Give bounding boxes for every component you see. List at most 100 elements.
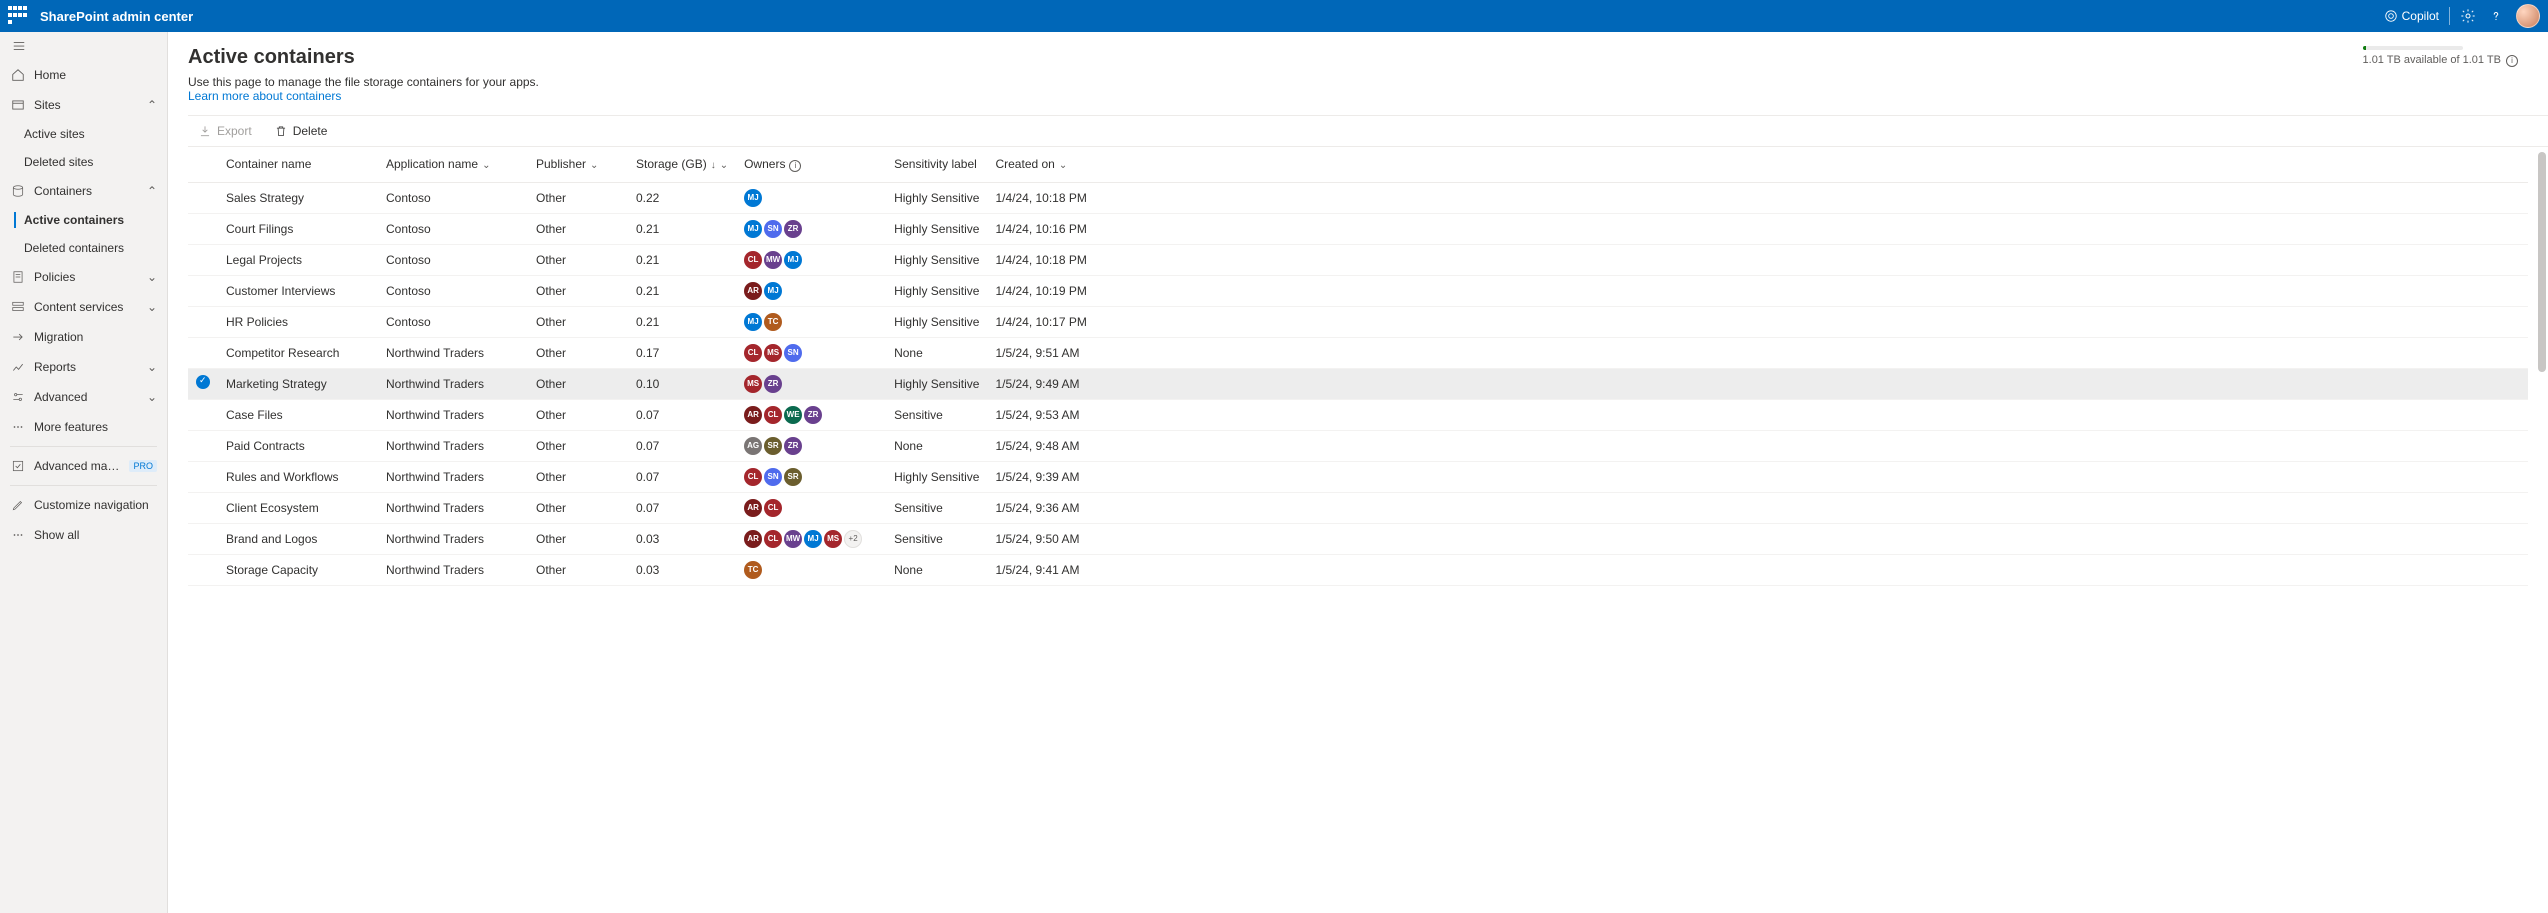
table-row[interactable]: Paid ContractsNorthwind TradersOther0.07… bbox=[188, 430, 2528, 461]
col-sensitivity[interactable]: Sensitivity label bbox=[886, 147, 987, 182]
nav-customize[interactable]: Customize navigation bbox=[0, 490, 167, 520]
col-owners[interactable]: Ownersi bbox=[736, 147, 886, 182]
persona-coin[interactable]: ZR bbox=[784, 437, 802, 455]
nav-deleted-containers[interactable]: Deleted containers bbox=[0, 234, 167, 262]
nav-advanced-management[interactable]: Advanced management PRO bbox=[0, 451, 167, 481]
row-select[interactable] bbox=[188, 368, 218, 399]
col-select[interactable] bbox=[188, 147, 218, 182]
nav-containers[interactable]: Containers ⌃ bbox=[0, 176, 167, 206]
col-name[interactable]: Container name bbox=[218, 147, 378, 182]
persona-coin[interactable]: AR bbox=[744, 530, 762, 548]
persona-coin[interactable]: MS bbox=[824, 530, 842, 548]
persona-coin[interactable]: MJ bbox=[804, 530, 822, 548]
table-row[interactable]: Brand and LogosNorthwind TradersOther0.0… bbox=[188, 523, 2528, 554]
persona-coin[interactable]: MW bbox=[784, 530, 802, 548]
nav-content-services[interactable]: Content services ⌄ bbox=[0, 292, 167, 322]
nav-active-containers[interactable]: Active containers bbox=[0, 206, 167, 234]
row-radio[interactable] bbox=[196, 220, 210, 234]
persona-coin[interactable]: CL bbox=[764, 499, 782, 517]
col-app[interactable]: Application name⌄ bbox=[378, 147, 528, 182]
persona-coin[interactable]: CL bbox=[744, 251, 762, 269]
row-radio[interactable] bbox=[196, 375, 210, 389]
nav-advanced[interactable]: Advanced ⌄ bbox=[0, 382, 167, 412]
row-radio[interactable] bbox=[196, 561, 210, 575]
col-created[interactable]: Created on⌄ bbox=[987, 147, 2528, 182]
persona-coin[interactable]: ZR bbox=[764, 375, 782, 393]
table-row[interactable]: Court FilingsContosoOther0.21MJSNZRHighl… bbox=[188, 213, 2528, 244]
persona-coin[interactable]: SR bbox=[764, 437, 782, 455]
persona-coin[interactable]: MS bbox=[764, 344, 782, 362]
persona-coin[interactable]: CL bbox=[744, 468, 762, 486]
persona-coin[interactable]: WE bbox=[784, 406, 802, 424]
table-row[interactable]: Rules and WorkflowsNorthwind TradersOthe… bbox=[188, 461, 2528, 492]
persona-coin[interactable]: SN bbox=[764, 220, 782, 238]
persona-coin[interactable]: MJ bbox=[744, 313, 762, 331]
row-select[interactable] bbox=[188, 337, 218, 368]
persona-coin[interactable]: CL bbox=[764, 530, 782, 548]
persona-coin[interactable]: TC bbox=[764, 313, 782, 331]
row-radio[interactable] bbox=[196, 406, 210, 420]
row-select[interactable] bbox=[188, 275, 218, 306]
nav-policies[interactable]: Policies ⌄ bbox=[0, 262, 167, 292]
table-row[interactable]: Legal ProjectsContosoOther0.21CLMWMJHigh… bbox=[188, 244, 2528, 275]
app-launcher-icon[interactable] bbox=[8, 6, 28, 26]
persona-coin[interactable]: MJ bbox=[764, 282, 782, 300]
col-publisher[interactable]: Publisher⌄ bbox=[528, 147, 628, 182]
persona-coin[interactable]: SN bbox=[784, 344, 802, 362]
col-storage[interactable]: Storage (GB)↓⌄ bbox=[628, 147, 736, 182]
table-row[interactable]: Case FilesNorthwind TradersOther0.07ARCL… bbox=[188, 399, 2528, 430]
scrollbar[interactable] bbox=[2538, 152, 2546, 901]
table-row[interactable]: HR PoliciesContosoOther0.21MJTCHighly Se… bbox=[188, 306, 2528, 337]
table-row[interactable]: Marketing StrategyNorthwind TradersOther… bbox=[188, 368, 2528, 399]
row-select[interactable] bbox=[188, 182, 218, 213]
persona-coin[interactable]: AR bbox=[744, 282, 762, 300]
nav-active-sites[interactable]: Active sites bbox=[0, 120, 167, 148]
persona-coin[interactable]: ZR bbox=[784, 220, 802, 238]
row-radio[interactable] bbox=[196, 468, 210, 482]
persona-coin[interactable]: SN bbox=[764, 468, 782, 486]
row-radio[interactable] bbox=[196, 313, 210, 327]
learn-more-link[interactable]: Learn more about containers bbox=[188, 89, 341, 103]
persona-coin[interactable]: MS bbox=[744, 375, 762, 393]
row-select[interactable] bbox=[188, 492, 218, 523]
row-radio[interactable] bbox=[196, 499, 210, 513]
row-radio[interactable] bbox=[196, 530, 210, 544]
settings-button[interactable] bbox=[2454, 2, 2482, 30]
persona-coin[interactable]: AR bbox=[744, 499, 762, 517]
table-row[interactable]: Sales StrategyContosoOther0.22MJHighly S… bbox=[188, 182, 2528, 213]
delete-button[interactable]: Delete bbox=[270, 122, 332, 140]
info-icon[interactable]: i bbox=[789, 160, 801, 172]
persona-coin[interactable]: CL bbox=[764, 406, 782, 424]
row-select[interactable] bbox=[188, 306, 218, 337]
nav-reports[interactable]: Reports ⌄ bbox=[0, 352, 167, 382]
nav-home[interactable]: Home bbox=[0, 60, 167, 90]
persona-coin[interactable]: AR bbox=[744, 406, 762, 424]
export-button[interactable]: Export bbox=[194, 122, 256, 140]
row-radio[interactable] bbox=[196, 189, 210, 203]
persona-coin[interactable]: CL bbox=[744, 344, 762, 362]
persona-coin[interactable]: MJ bbox=[784, 251, 802, 269]
persona-coin[interactable]: MW bbox=[764, 251, 782, 269]
nav-toggle[interactable] bbox=[0, 32, 167, 60]
persona-overflow[interactable]: +2 bbox=[844, 530, 862, 548]
nav-deleted-sites[interactable]: Deleted sites bbox=[0, 148, 167, 176]
info-icon[interactable]: i bbox=[2506, 55, 2518, 67]
row-select[interactable] bbox=[188, 244, 218, 275]
persona-coin[interactable]: SR bbox=[784, 468, 802, 486]
row-radio[interactable] bbox=[196, 282, 210, 296]
row-select[interactable] bbox=[188, 399, 218, 430]
table-row[interactable]: Client EcosystemNorthwind TradersOther0.… bbox=[188, 492, 2528, 523]
nav-more-features[interactable]: More features bbox=[0, 412, 167, 442]
nav-migration[interactable]: Migration bbox=[0, 322, 167, 352]
persona-coin[interactable]: MJ bbox=[744, 220, 762, 238]
table-row[interactable]: Storage CapacityNorthwind TradersOther0.… bbox=[188, 554, 2528, 585]
row-radio[interactable] bbox=[196, 344, 210, 358]
persona-coin[interactable]: AG bbox=[744, 437, 762, 455]
row-select[interactable] bbox=[188, 430, 218, 461]
copilot-button[interactable]: Copilot bbox=[2378, 5, 2445, 27]
row-select[interactable] bbox=[188, 213, 218, 244]
table-row[interactable]: Competitor ResearchNorthwind TradersOthe… bbox=[188, 337, 2528, 368]
scrollbar-thumb[interactable] bbox=[2538, 152, 2546, 372]
row-select[interactable] bbox=[188, 554, 218, 585]
table-row[interactable]: Customer InterviewsContosoOther0.21ARMJH… bbox=[188, 275, 2528, 306]
